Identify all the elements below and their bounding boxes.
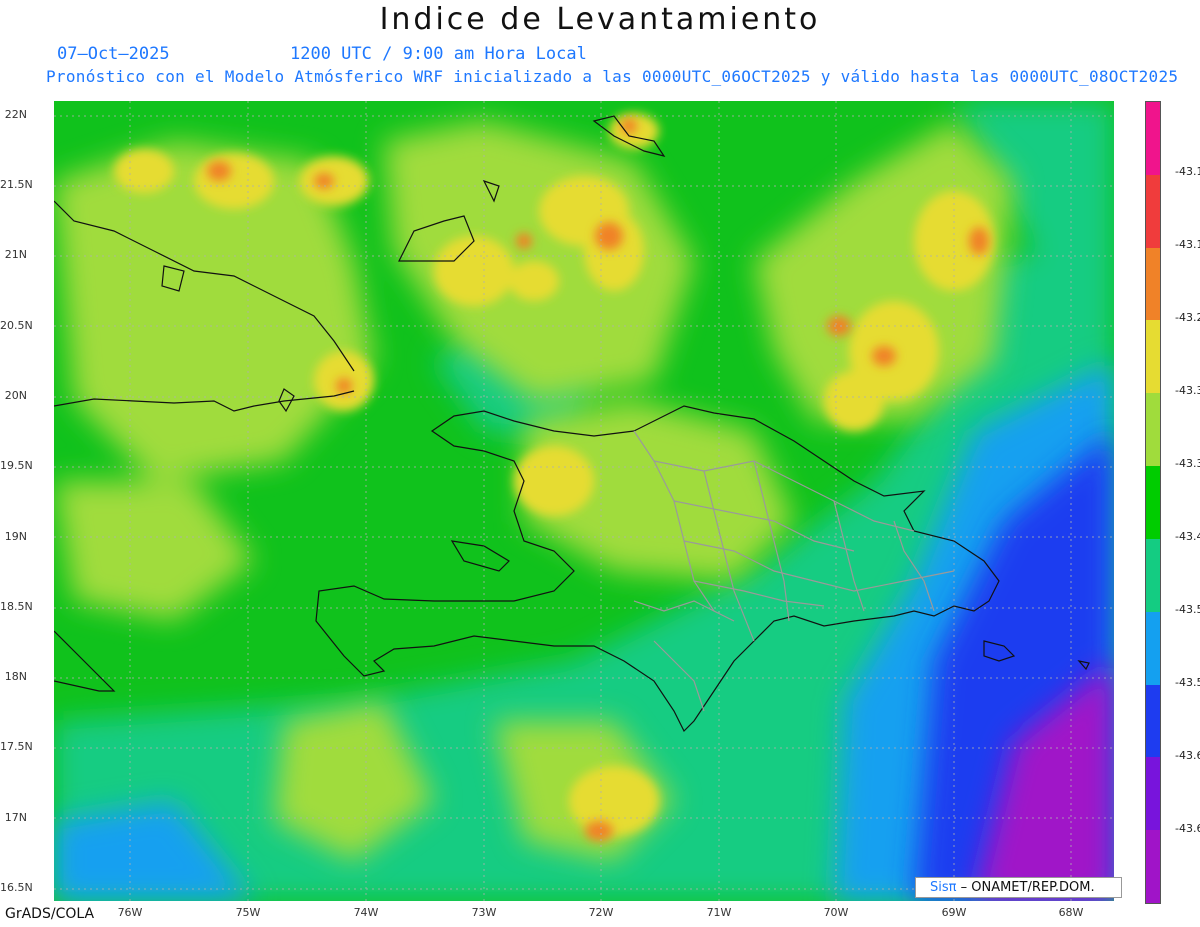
grads-footer: GrADS/COLA [5,906,95,922]
lat-tick-17n: 17N [4,811,27,824]
lat-tick-21-5n: 21.5N [0,178,33,191]
colorbar [1145,101,1161,904]
colorbar-label: -43.1 [1175,165,1200,178]
colorbar-segment [1146,684,1160,758]
colorbar-segment [1146,393,1160,467]
lon-tick-69w: 69W [941,906,967,919]
colorbar-segment [1146,830,1160,903]
colorbar-label: -43.2 [1175,311,1200,324]
lat-tick-18-5n: 18.5N [0,600,33,613]
lon-tick-75w: 75W [235,906,261,919]
lat-tick-19n: 19N [4,530,27,543]
colorbar-segment [1146,247,1160,321]
colorbar-label: -43.1 [1175,238,1200,251]
colorbar-label: -43.3 [1175,384,1200,397]
lon-tick-73w: 73W [471,906,497,919]
lat-tick-16-5n: 16.5N [0,881,33,894]
credit-org: – ONAMET/REP.DOM. [960,880,1095,895]
lat-tick-22n: 22N [4,108,27,121]
credit-box: Sisπ – ONAMET/REP.DOM. [915,877,1122,898]
lon-tick-70w: 70W [823,906,849,919]
lat-tick-18n: 18N [4,670,27,683]
forecast-date: 07–Oct–2025 [57,44,170,64]
colorbar-label: -43.6 [1175,749,1200,762]
colorbar-segment [1146,538,1160,612]
map-title: Indice de Levantamiento [379,2,821,37]
colorbar-segment [1146,174,1160,248]
sispi-logo: Sisπ [930,880,957,895]
lat-tick-20-5n: 20.5N [0,319,33,332]
colorbar-label: -43.5 [1175,676,1200,689]
lat-tick-21n: 21N [4,248,27,261]
colorbar-segment [1146,466,1160,539]
lat-tick-17-5n: 17.5N [0,740,33,753]
colorbar-label: -43.4 [1175,530,1200,543]
lon-tick-76w: 76W [117,906,143,919]
lifted-index-map [54,101,1114,901]
colorbar-segment [1146,320,1160,394]
colorbar-segment [1146,102,1160,175]
forecast-description: Pronóstico con el Modelo Atmósferico WRF… [46,67,1179,86]
lon-tick-68w: 68W [1058,906,1084,919]
colorbar-segment [1146,611,1160,685]
colorbar-label: -43.3 [1175,457,1200,470]
forecast-time: 1200 UTC / 9:00 am Hora Local [290,44,587,64]
lon-tick-72w: 72W [588,906,614,919]
colorbar-label: -43.6 [1175,822,1200,835]
lat-tick-20n: 20N [4,389,27,402]
lon-tick-74w: 74W [353,906,379,919]
lon-tick-71w: 71W [706,906,732,919]
colorbar-segment [1146,757,1160,831]
colorbar-label: -43.5 [1175,603,1200,616]
lat-tick-19-5n: 19.5N [0,459,33,472]
